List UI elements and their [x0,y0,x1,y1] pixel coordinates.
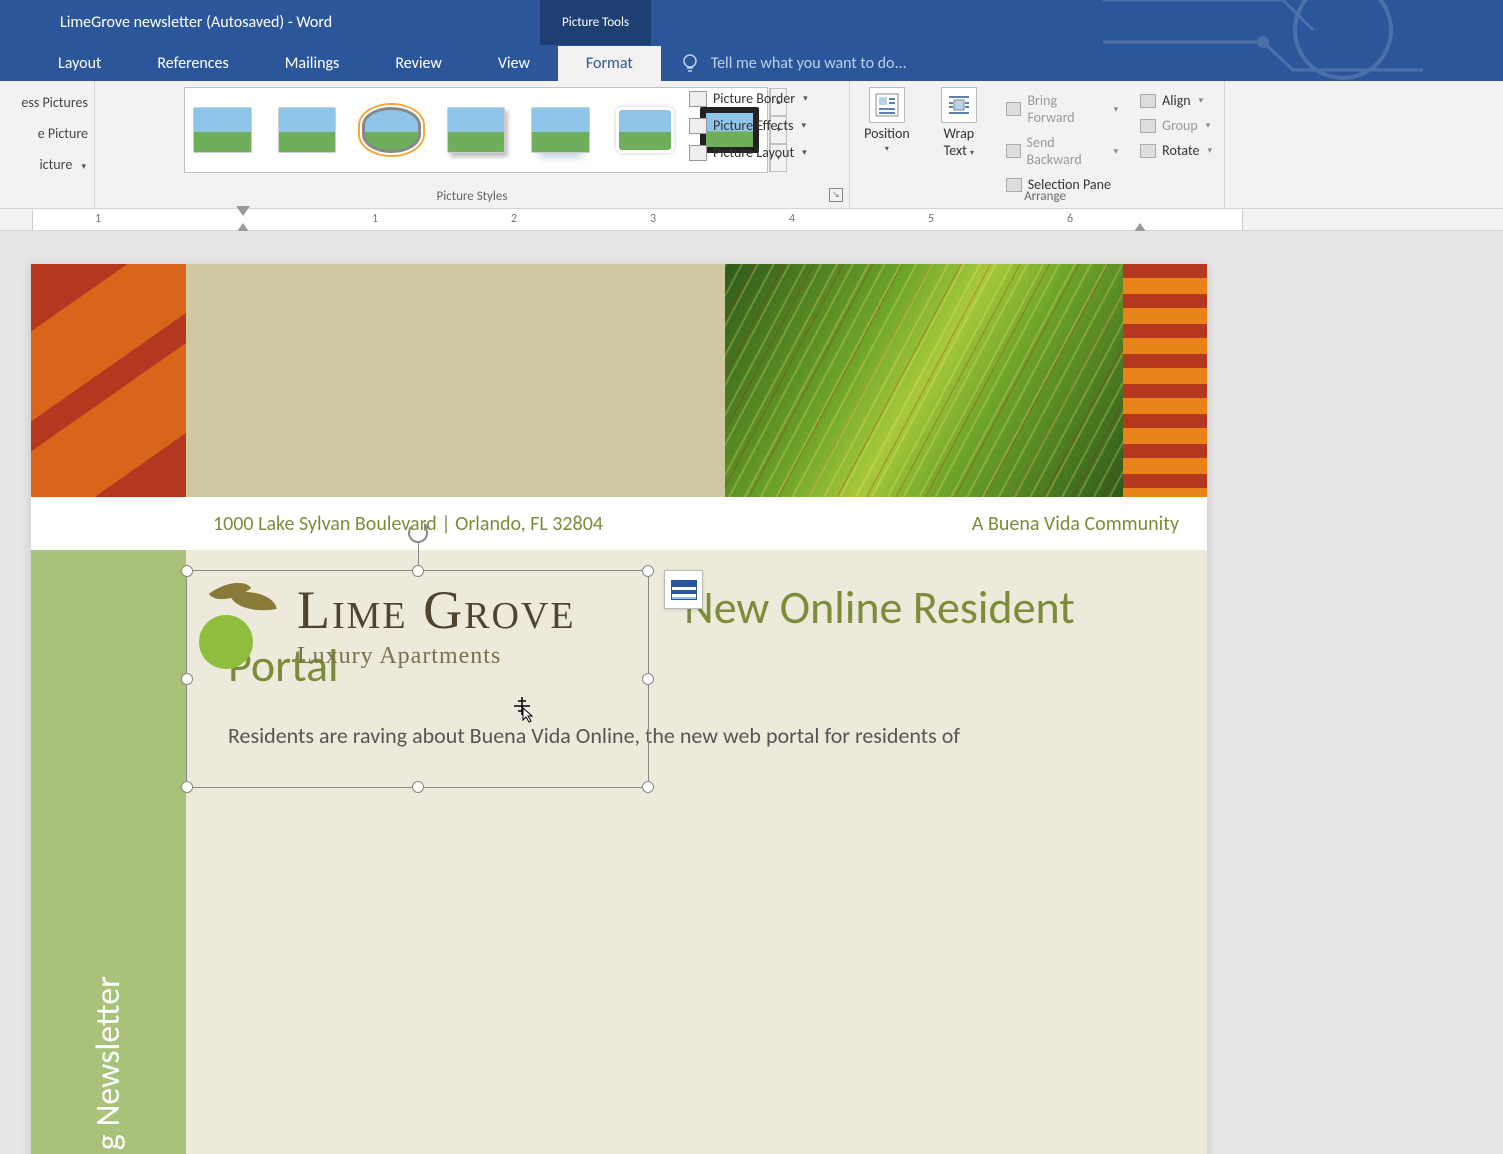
group-icon [1140,119,1156,133]
logo-main-text: Lime Grove [297,583,576,637]
picture-border-button[interactable]: Picture Border▾ [685,87,840,110]
header-pattern-right [1123,264,1207,497]
tell-me-placeholder: Tell me what you want to do... [711,54,907,73]
header-leaf-image [725,264,1123,497]
rotate-handle[interactable] [408,523,428,543]
lime-icon [191,581,281,671]
document-title: LimeGrove newsletter (Autosaved) - Word [60,13,332,32]
selected-picture[interactable]: Lime Grove Luxury Apartments [186,570,649,788]
adjust-group-partial: ess Pictures e Picture icture ▾ [0,81,95,208]
align-button[interactable]: Align▾ [1136,89,1216,112]
tab-format[interactable]: Format [558,45,661,81]
border-icon [689,91,707,107]
newsletter-header [31,264,1207,497]
sidebar-vertical-text: g Newsletter [88,956,129,1154]
layout-options-button[interactable] [664,570,703,609]
contextual-tab-label: Picture Tools [540,0,651,45]
community-text: A Buena Vida Community [972,512,1179,536]
tab-review[interactable]: Review [367,45,470,81]
group-label-arrange: Arrange [858,189,1232,204]
resize-handle-e[interactable] [642,673,654,685]
rotate-button[interactable]: Rotate▾ [1136,139,1216,162]
wrap-text-icon [941,87,977,123]
bring-forward-button[interactable]: Bring Forward▾ [1002,89,1122,129]
effects-icon [689,118,707,134]
tab-mailings[interactable]: Mailings [257,45,368,81]
arrange-group: Position▾ Wrap Text ▾ Bring Forward▾ Sen… [850,81,1225,208]
style-simple-frame[interactable] [193,107,252,153]
position-icon [869,87,905,123]
resize-handle-w[interactable] [181,673,193,685]
layout-options-icon [671,580,697,600]
header-pattern-left [31,264,186,497]
address-bar: 1000 Lake Sylvan Boulevard | Orlando, FL… [31,497,1207,550]
style-soft-edge[interactable] [616,107,675,153]
dialog-launcher-picture-styles[interactable]: ↘ [829,188,843,202]
lightbulb-icon [679,52,701,74]
picture-styles-gallery: ▴ ▾ ▾ [184,87,768,173]
resize-handle-s[interactable] [412,781,424,793]
compress-pictures-button[interactable]: ess Pictures [4,87,90,118]
change-picture-button[interactable]: e Picture [4,118,90,149]
bring-forward-icon [1006,102,1022,116]
lime-grove-logo: Lime Grove Luxury Apartments [187,571,648,671]
align-icon [1140,94,1156,108]
send-backward-button[interactable]: Send Backward▾ [1002,131,1122,171]
resize-handle-se[interactable] [642,781,654,793]
decorative-art [1103,0,1503,90]
tell-me-search[interactable]: Tell me what you want to do... [679,45,907,81]
tab-layout[interactable]: Layout [30,45,129,81]
logo-sub-text: Luxury Apartments [297,643,576,670]
resize-handle-ne[interactable] [642,565,654,577]
picture-styles-group: ▴ ▾ ▾ Picture Border▾ Picture Effects▾ P… [95,81,850,208]
style-drop-shadow[interactable] [447,107,506,153]
ribbon: ess Pictures e Picture icture ▾ ▴ ▾ ▾ Pi… [0,81,1503,209]
resize-handle-nw[interactable] [181,565,193,577]
resize-handle-n[interactable] [412,565,424,577]
picture-style-options: Picture Border▾ Picture Effects▾ Picture… [685,87,840,164]
style-beveled-matte[interactable] [278,107,337,153]
rotate-icon [1140,144,1156,158]
title-bar: LimeGrove newsletter (Autosaved) - Word … [0,0,1503,45]
header-solid-mid [186,264,725,497]
style-reflected-rounded[interactable] [531,107,590,153]
first-line-indent-marker[interactable] [236,206,250,216]
page: 1000 Lake Sylvan Boulevard | Orlando, FL… [31,264,1207,1154]
group-button[interactable]: Group▾ [1136,114,1216,137]
group-label-picture-styles: Picture Styles [95,189,849,204]
content-area: Lime Grove Luxury Apartments [186,550,1207,1154]
sidebar-green: g Newsletter [31,550,186,1154]
document-canvas[interactable]: 1000 Lake Sylvan Boulevard | Orlando, FL… [0,231,1503,1154]
layout-icon [689,145,707,161]
reset-picture-button[interactable]: icture ▾ [4,149,90,180]
picture-layout-button[interactable]: Picture Layout▾ [685,141,840,164]
send-backward-icon [1006,144,1021,158]
tab-view[interactable]: View [470,45,558,81]
resize-handle-sw[interactable] [181,781,193,793]
style-metal-frame[interactable] [362,107,421,153]
horizontal-ruler[interactable]: 1 1 2 3 4 5 6 [0,209,1503,231]
tab-references[interactable]: References [129,45,256,81]
picture-effects-button[interactable]: Picture Effects▾ [685,114,840,137]
